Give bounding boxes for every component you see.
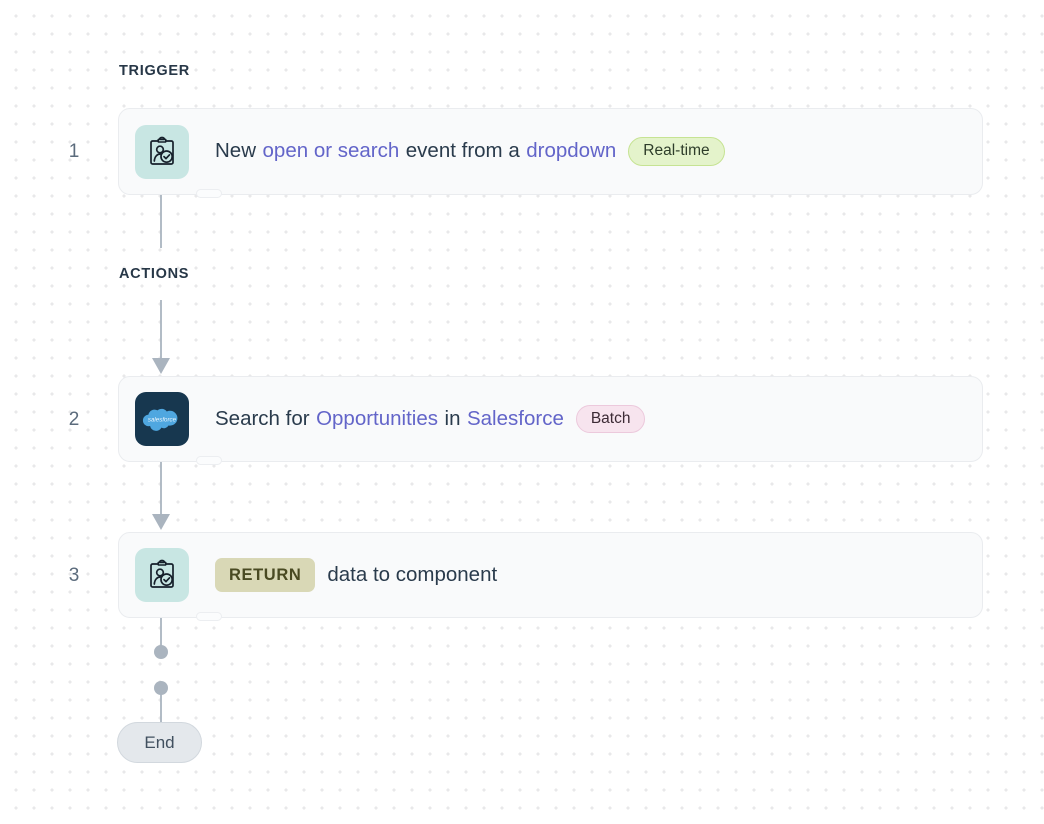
section-header-actions: ACTIONS [119,266,189,282]
workflow-canvas: TRIGGER ACTIONS 1 2 3 New open or search… [0,0,1044,824]
step-number-3: 3 [61,565,87,587]
step-number-1: 1 [61,141,87,163]
svg-text:salesforce: salesforce [148,417,177,424]
status-badge-batch: Batch [576,405,646,434]
step-1-text-part-1: New [215,141,256,162]
return-tag: RETURN [215,558,315,593]
step-1-text-part-3: event from a [406,141,520,162]
card-drag-handle[interactable] [196,612,222,621]
end-node-label: End [144,733,174,753]
step-1-description: New open or search event from a dropdown… [215,137,725,166]
workflow-step-card-trigger[interactable]: New open or search event from a dropdown… [118,108,983,195]
end-node[interactable]: End [117,722,202,763]
status-badge-real-time: Real-time [628,137,724,166]
section-header-trigger: TRIGGER [119,63,190,79]
workflow-step-card-return[interactable]: RETURN data to component [118,532,983,618]
clipboard-person-check-icon [135,548,189,602]
workflow-step-card-salesforce[interactable]: salesforce Search for Opportunities in S… [118,376,983,462]
step-3-description: RETURN data to component [215,558,497,593]
step-2-text-part-1: Search for [215,409,310,430]
step-2-description: Search for Opportunities in Salesforce B… [215,405,645,434]
step-2-link-salesforce[interactable]: Salesforce [467,409,564,430]
clipboard-person-check-icon [135,125,189,179]
card-drag-handle[interactable] [196,456,222,465]
step-3-text-part-1: data to component [327,565,497,586]
card-drag-handle[interactable] [196,189,222,198]
step-2-link-opportunities[interactable]: Opportunities [316,409,438,430]
step-1-link-dropdown[interactable]: dropdown [526,141,616,162]
step-2-text-part-3: in [445,409,461,430]
step-number-2: 2 [61,409,87,431]
salesforce-cloud-icon: salesforce [135,392,189,446]
step-1-link-open-or-search[interactable]: open or search [263,141,400,162]
